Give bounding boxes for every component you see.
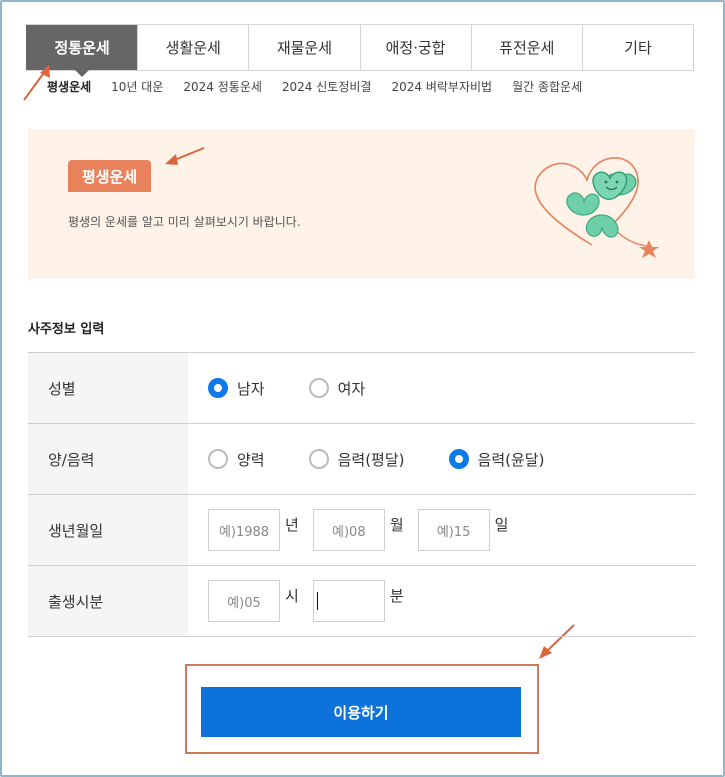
birth-month-input[interactable]: 예)08 — [312, 509, 385, 551]
tab-fusion[interactable]: 퓨전운세 — [470, 25, 582, 70]
saju-form: 성별 남자 여자 양/음력 양력 음력(평달) 음력(윤달) 생년월일 예)19… — [28, 352, 695, 637]
tab-label: 정통운세 — [54, 39, 110, 57]
radio-lunar-normal[interactable]: 음력(평달) — [308, 449, 405, 470]
tab-jeongtong[interactable]: 정통운세 — [26, 25, 138, 77]
radio-male[interactable]: 남자 — [208, 378, 265, 399]
subtab-2024-tojeong[interactable]: 2024 신토정비결 — [282, 78, 372, 95]
section-title: 사주정보 입력 — [28, 322, 105, 337]
main-tabs: 정통운세 생활운세 재물운세 애정·궁합 퓨전운세 기타 — [26, 24, 694, 77]
tab-label: 재물운세 — [276, 39, 333, 57]
birth-hour-input[interactable]: 예)05 — [208, 580, 280, 622]
radio-unchecked-icon — [308, 449, 329, 469]
birthtime-row: 출생시분 예)05 시 분 — [28, 566, 695, 637]
clover-heart-icon — [534, 156, 659, 258]
radio-lunar-leap[interactable]: 음력(윤달) — [448, 449, 545, 470]
tab-label: 기타 — [624, 39, 652, 57]
subtab-lifetime[interactable]: 평생운세 — [47, 78, 91, 95]
gender-row: 성별 남자 여자 — [28, 353, 695, 424]
day-unit: 일 — [494, 515, 509, 534]
tab-label: 퓨전운세 — [499, 39, 555, 57]
tab-jaemul[interactable]: 재물운세 — [248, 25, 360, 70]
subtab-2024-rich[interactable]: 2024 벼락부자비법 — [391, 78, 492, 95]
tab-aejeong-gunghap[interactable]: 애정·궁합 — [359, 25, 471, 70]
radio-label: 남자 — [237, 379, 265, 398]
banner: 평생운세 평생의 운세를 알고 미리 살펴보시기 바랍니다. — [28, 129, 695, 279]
radio-label: 여자 — [337, 379, 366, 398]
year-unit: 년 — [285, 515, 299, 534]
birthdate-label: 생년월일 — [28, 495, 188, 565]
radio-solar[interactable]: 양력 — [208, 449, 265, 470]
submit-button[interactable]: 이용하기 — [201, 687, 521, 737]
subtab-2024-jeongtong[interactable]: 2024 정통운세 — [183, 78, 262, 95]
birthtime-label: 출생시분 — [28, 566, 188, 636]
radio-female[interactable]: 여자 — [308, 378, 366, 399]
gender-label: 성별 — [28, 353, 188, 423]
radio-label: 음력(평달) — [337, 450, 405, 469]
birth-year-input[interactable]: 예)1988 — [208, 509, 280, 551]
birthdate-row: 생년월일 예)1988 년 예)08 월 예)15 일 — [28, 495, 695, 566]
banner-description: 평생의 운세를 알고 미리 살펴보시기 바랍니다. — [68, 215, 301, 229]
radio-unchecked-icon — [308, 378, 329, 398]
text-caret — [316, 592, 318, 610]
radio-unchecked-icon — [208, 449, 228, 469]
subtab-10year[interactable]: 10년 대운 — [111, 78, 163, 95]
subtab-monthly[interactable]: 월간 종합운세 — [512, 78, 582, 95]
birth-minute-input[interactable] — [312, 580, 385, 622]
birth-day-input[interactable]: 예)15 — [417, 509, 490, 551]
tab-etc[interactable]: 기타 — [581, 25, 694, 70]
radio-checked-icon — [208, 378, 228, 398]
minute-unit: 분 — [389, 586, 404, 605]
tab-label: 애정·궁합 — [385, 39, 446, 57]
radio-label: 양력 — [237, 450, 265, 469]
calendar-label: 양/음력 — [28, 424, 188, 494]
hour-unit: 시 — [285, 586, 299, 605]
calendar-row: 양/음력 양력 음력(평달) 음력(윤달) — [28, 424, 695, 495]
sub-tabs: 평생운세 10년 대운 2024 정통운세 2024 신토정비결 2024 벼락… — [47, 78, 582, 95]
radio-label: 음력(윤달) — [477, 450, 545, 469]
month-unit: 월 — [389, 515, 404, 534]
tab-saenghwal[interactable]: 생활운세 — [137, 25, 249, 70]
tab-label: 생활운세 — [165, 39, 221, 57]
banner-badge: 평생운세 — [68, 160, 152, 192]
radio-checked-icon — [448, 449, 469, 469]
